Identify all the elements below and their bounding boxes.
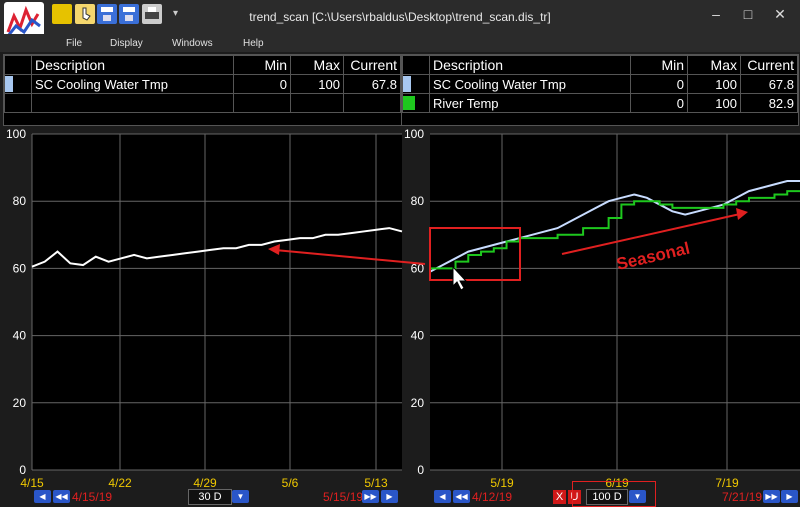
col-max[interactable]: Max: [290, 55, 344, 75]
fast-back-icon[interactable]: ◀◀: [53, 490, 70, 503]
x-tick-label: 4/29: [193, 476, 217, 490]
col-min[interactable]: Min: [233, 55, 291, 75]
pen-color-swatch[interactable]: [402, 93, 430, 113]
y-tick-label: 20: [13, 396, 27, 410]
fast-back-icon[interactable]: ◀◀: [453, 490, 470, 503]
table-row[interactable]: [4, 93, 401, 113]
minimize-icon[interactable]: –: [706, 6, 726, 22]
pen-color-swatch[interactable]: [4, 74, 32, 94]
col-max[interactable]: Max: [687, 55, 741, 75]
left-pen-table: Description Min Max Current SC Cooling W…: [3, 54, 402, 126]
x-tick-label: 4/15: [20, 476, 44, 490]
y-tick-label: 100: [6, 127, 26, 141]
x-tick-label: 5/13: [364, 476, 388, 490]
y-tick-label: 0: [19, 463, 26, 477]
right-pen-table: Description Min Max Current SC Cooling W…: [401, 54, 799, 126]
menu-help[interactable]: Help: [243, 38, 264, 49]
table-row[interactable]: River Temp 0 100 82.9: [402, 93, 798, 113]
y-tick-label: 80: [411, 194, 425, 208]
menu-windows[interactable]: Windows: [172, 38, 213, 49]
chevron-down-icon[interactable]: ▼: [629, 490, 646, 503]
scroll-forward-icon[interactable]: ▶: [381, 490, 398, 503]
window-title: trend_scan [C:\Users\rbaldus\Desktop\tre…: [249, 10, 551, 24]
chevron-down-icon[interactable]: ▼: [232, 490, 249, 503]
pen-color-swatch[interactable]: [402, 74, 430, 94]
trend-charts[interactable]: 1008060402004/15 4/22 4/29 5/6 5/13100806040…: [0, 126, 800, 507]
col-current[interactable]: Current: [740, 55, 798, 75]
start-date[interactable]: 4/15/19: [72, 490, 112, 504]
end-date[interactable]: 5/15/19: [323, 490, 363, 504]
time-span-select[interactable]: 30 D: [188, 489, 232, 505]
col-min[interactable]: Min: [630, 55, 688, 75]
plot-area: [32, 134, 402, 470]
x-tick-label: 5/6: [282, 476, 299, 490]
time-span-select[interactable]: 100 D: [586, 489, 628, 505]
x-tick-label: 4/22: [108, 476, 132, 490]
y-tick-label: 60: [13, 261, 27, 275]
y-tick-label: 40: [411, 329, 425, 343]
scroll-forward-icon[interactable]: ▶: [781, 490, 798, 503]
maximize-icon[interactable]: □: [738, 6, 758, 22]
x-button[interactable]: X: [553, 490, 566, 504]
y-tick-label: 100: [404, 127, 424, 141]
y-tick-label: 80: [13, 194, 27, 208]
close-icon[interactable]: ✕: [770, 6, 790, 23]
col-description[interactable]: Description: [429, 55, 631, 75]
menu-file[interactable]: File: [66, 38, 82, 49]
x-tick-label: 7/19: [715, 476, 739, 490]
y-tick-label: 40: [13, 329, 27, 343]
plot-area: [430, 134, 800, 470]
menu-display[interactable]: Display: [110, 38, 143, 49]
fast-forward-icon[interactable]: ▶▶: [763, 490, 780, 503]
table-row[interactable]: SC Cooling Water Tmp 0 100 67.8: [4, 74, 401, 94]
col-description[interactable]: Description: [31, 55, 234, 75]
end-date[interactable]: 7/21/19: [722, 490, 762, 504]
start-date[interactable]: 4/12/19: [472, 490, 512, 504]
fast-forward-icon[interactable]: ▶▶: [362, 490, 379, 503]
col-current[interactable]: Current: [343, 55, 401, 75]
x-tick-label: 5/19: [490, 476, 514, 490]
scroll-back-icon[interactable]: ◀: [34, 490, 51, 503]
scroll-back-icon[interactable]: ◀: [434, 490, 451, 503]
table-row[interactable]: SC Cooling Water Tmp 0 100 67.8: [402, 74, 798, 94]
y-tick-label: 0: [417, 463, 424, 477]
y-tick-label: 20: [411, 396, 425, 410]
